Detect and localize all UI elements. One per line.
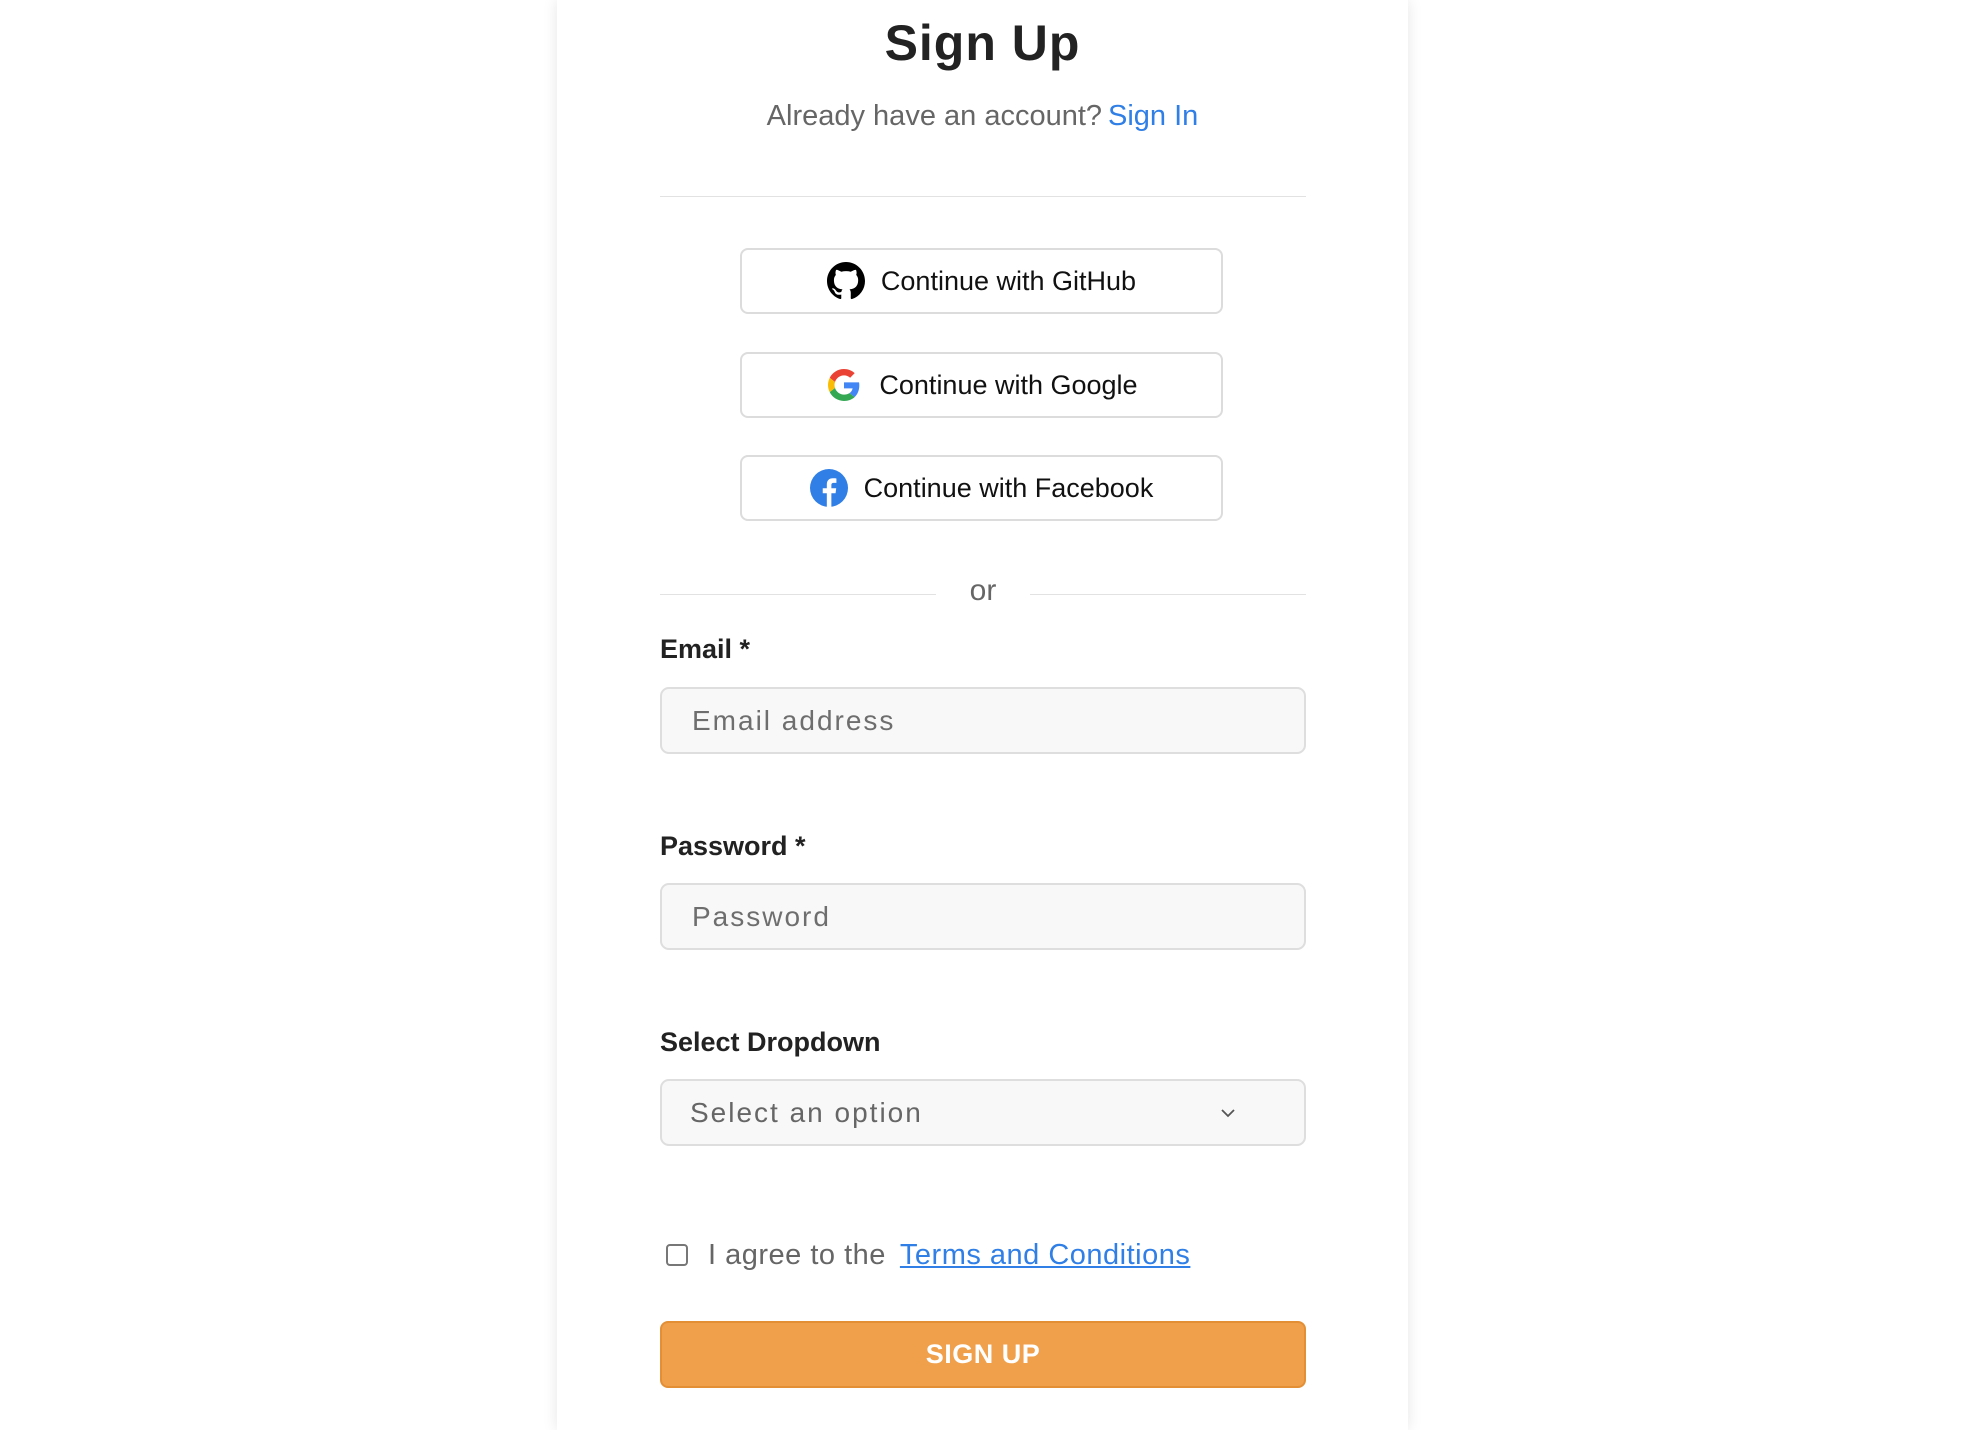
facebook-button[interactable]: Continue with Facebook (740, 455, 1223, 521)
chevron-down-icon (1221, 1108, 1235, 1117)
signin-link[interactable]: Sign In (1108, 100, 1198, 132)
github-icon (826, 262, 865, 300)
page-title: Sign Up (884, 15, 1081, 71)
signin-prompt: Already have an account? Sign In (557, 100, 1408, 133)
or-divider: or (660, 574, 1306, 614)
select-dropdown[interactable]: Select an option (660, 1079, 1306, 1146)
github-button[interactable]: Continue with GitHub (740, 248, 1223, 314)
github-button-label: Continue with GitHub (880, 265, 1137, 296)
email-input[interactable] (660, 687, 1306, 754)
terms-link[interactable]: Terms and Conditions (900, 1239, 1190, 1272)
select-label: Select Dropdown (660, 1027, 881, 1057)
google-icon (825, 366, 863, 404)
facebook-icon (809, 469, 848, 507)
email-label: Email * (660, 634, 751, 664)
signup-button[interactable]: SIGN UP (660, 1321, 1306, 1388)
terms-row: I agree to the Terms and Conditions (666, 1235, 1190, 1275)
terms-text: I agree to the (708, 1238, 886, 1271)
signin-prompt-text: Already have an account? (766, 100, 1103, 132)
or-text: or (969, 574, 997, 607)
or-divider-line-right (1030, 594, 1306, 595)
google-button[interactable]: Continue with Google (740, 352, 1223, 418)
password-label: Password * (660, 831, 806, 861)
password-input[interactable] (660, 883, 1306, 950)
select-value: Select an option (690, 1097, 923, 1128)
terms-checkbox[interactable] (666, 1244, 688, 1266)
google-button-label: Continue with Google (879, 369, 1138, 400)
signup-card: Sign Up Already have an account? Sign In … (557, 0, 1408, 1430)
top-divider (660, 196, 1306, 197)
facebook-button-label: Continue with Facebook (863, 472, 1154, 503)
